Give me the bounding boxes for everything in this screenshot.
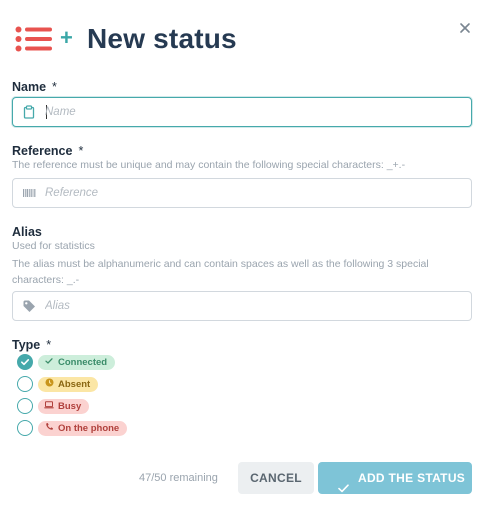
required-marker: * bbox=[46, 338, 52, 352]
reference-input[interactable] bbox=[45, 183, 445, 203]
radio-on-the-phone[interactable] bbox=[17, 420, 33, 436]
check-icon bbox=[44, 355, 54, 370]
alias-help-stats: Used for statistics bbox=[12, 240, 95, 252]
name-label: Name * bbox=[12, 80, 57, 94]
tag-icon bbox=[22, 299, 36, 313]
phone-icon bbox=[44, 421, 54, 436]
status-badge-absent[interactable]: Absent bbox=[38, 377, 99, 392]
reference-help: The reference must be unique and may con… bbox=[12, 159, 406, 171]
required-marker: * bbox=[52, 80, 57, 94]
type-label-text: Type bbox=[12, 338, 41, 352]
remaining-counter: 47/50 remaining bbox=[139, 472, 218, 484]
close-icon[interactable] bbox=[458, 21, 472, 35]
status-badge-connected[interactable]: Connected bbox=[38, 355, 116, 370]
add-status-label: ADD THE STATUS bbox=[358, 471, 466, 485]
add-status-button[interactable]: ADD THE STATUS bbox=[318, 462, 472, 494]
reference-label-text: Reference bbox=[12, 144, 73, 158]
badge-label: Busy bbox=[58, 401, 82, 412]
barcode-icon bbox=[22, 186, 36, 200]
name-field[interactable] bbox=[12, 97, 472, 127]
clock-icon bbox=[44, 377, 54, 392]
page-title: New status bbox=[87, 23, 237, 54]
status-badge-busy[interactable]: Busy bbox=[38, 399, 90, 414]
plus-icon: + bbox=[60, 25, 73, 50]
required-marker: * bbox=[78, 144, 84, 158]
badge-label: Absent bbox=[58, 379, 91, 390]
name-input[interactable] bbox=[45, 102, 445, 122]
radio-busy[interactable] bbox=[17, 398, 33, 414]
radio-absent[interactable] bbox=[17, 376, 33, 392]
clipboard-icon bbox=[22, 105, 36, 119]
reference-field[interactable] bbox=[12, 178, 472, 208]
alias-label: Alias bbox=[12, 225, 42, 239]
reference-label: Reference * bbox=[12, 144, 83, 158]
check-icon bbox=[21, 359, 30, 366]
laptop-icon bbox=[44, 399, 54, 414]
check-icon bbox=[338, 473, 349, 505]
alias-help-rules: The alias must be alphanumeric and can c… bbox=[12, 258, 429, 286]
status-badge-on-the-phone[interactable]: On the phone bbox=[38, 421, 128, 436]
radio-connected[interactable] bbox=[17, 354, 33, 370]
badge-label: On the phone bbox=[58, 423, 120, 434]
list-icon bbox=[15, 26, 53, 52]
alias-field[interactable] bbox=[12, 291, 472, 321]
cancel-button[interactable]: CANCEL bbox=[238, 462, 314, 494]
badge-label: Connected bbox=[58, 357, 108, 368]
name-label-text: Name bbox=[12, 80, 47, 94]
alias-input[interactable] bbox=[45, 296, 445, 316]
type-label: Type * bbox=[12, 338, 51, 352]
